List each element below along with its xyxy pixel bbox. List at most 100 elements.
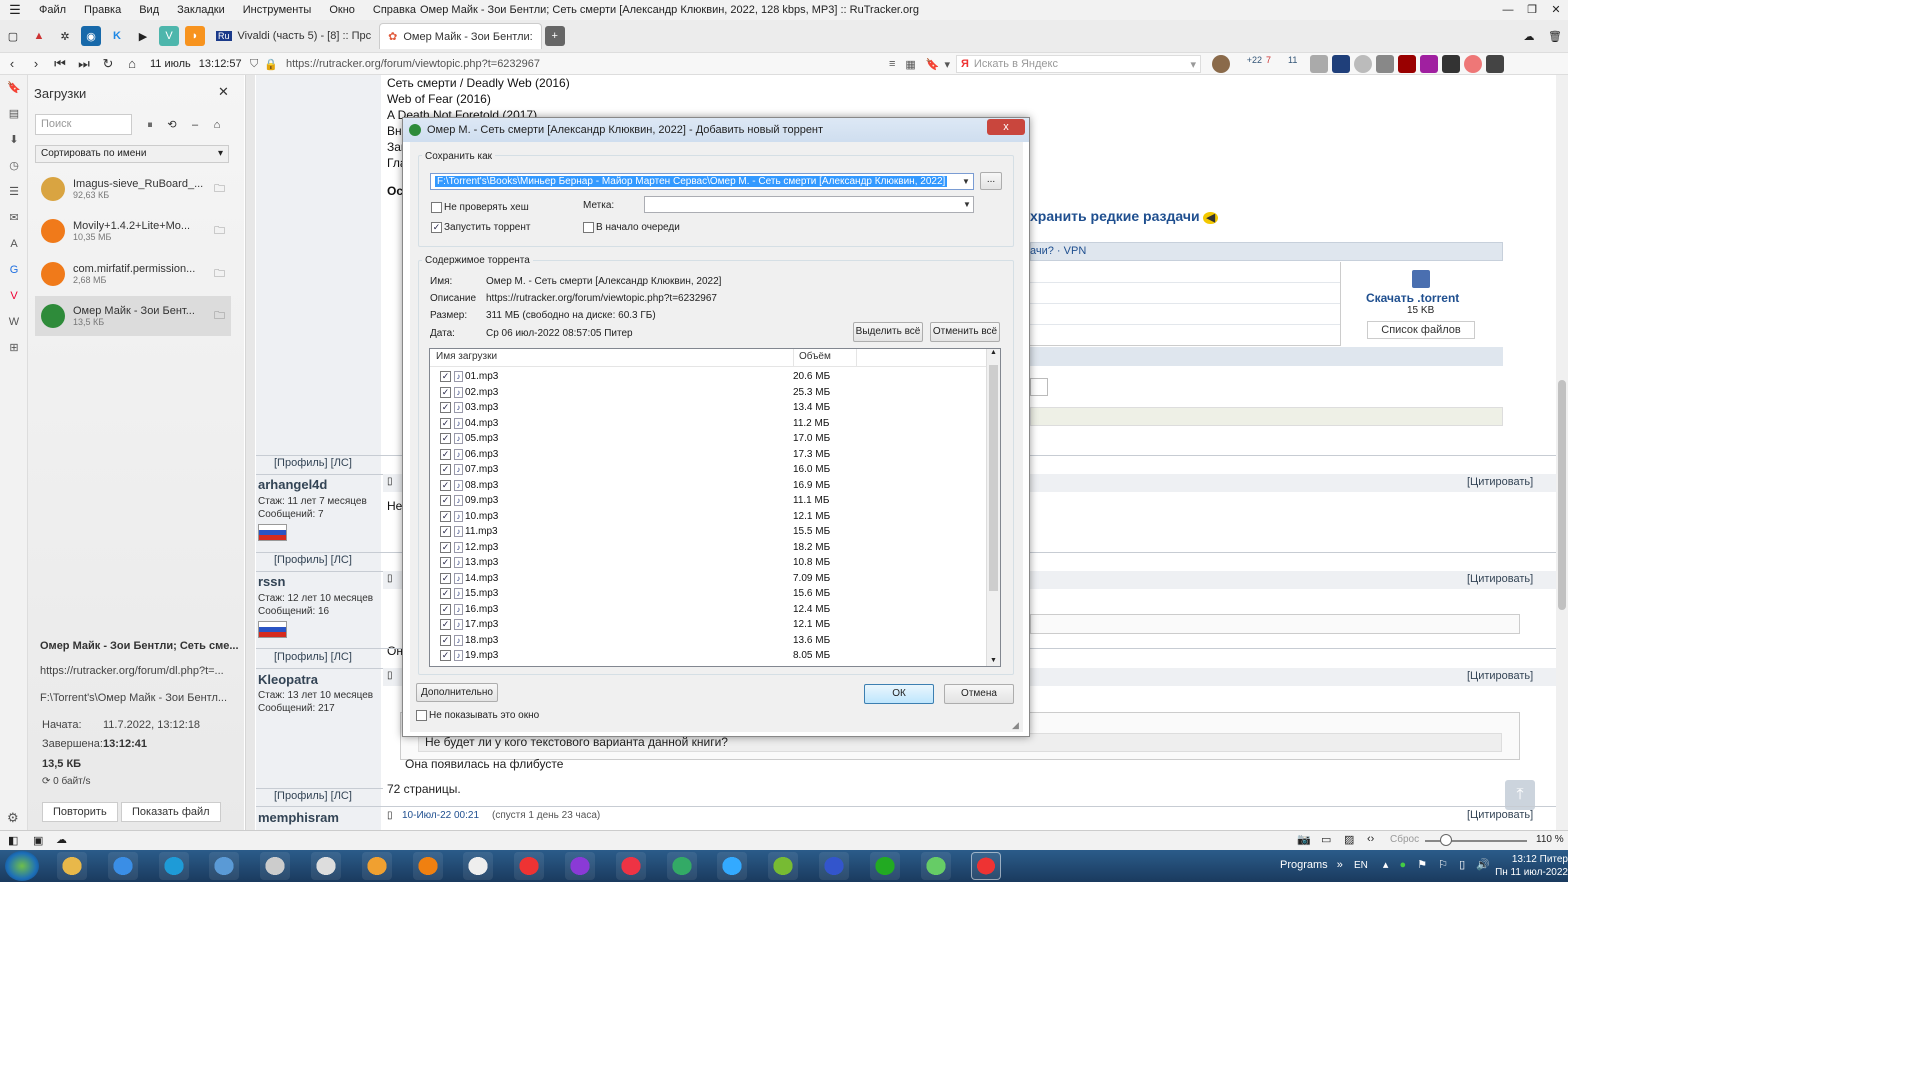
- add-panel-icon[interactable]: ⊞: [0, 335, 28, 361]
- file-checkbox[interactable]: ✓: [440, 557, 451, 569]
- file-row[interactable]: ✓ ♪ 06.mp3 17.3 МБ: [440, 447, 980, 463]
- file-row[interactable]: ✓ ♪ 16.mp3 12.4 МБ: [440, 602, 980, 618]
- chart-icon[interactable]: [615, 852, 646, 880]
- extensions-icon[interactable]: [1486, 55, 1504, 73]
- tab-rutracker[interactable]: ✿ Омер Майк - Зои Бентли:: [379, 23, 542, 49]
- file-row[interactable]: ✓ ♪ 07.mp3 16.0 МБ: [440, 462, 980, 478]
- notes-icon[interactable]: ☰: [0, 179, 28, 205]
- file-row[interactable]: ✓ ♪ 10.mp3 12.1 МБ: [440, 509, 980, 525]
- new-tab-icon[interactable]: +: [544, 26, 565, 46]
- edge-icon[interactable]: [158, 852, 189, 880]
- profile-link[interactable]: [Профиль] [ЛС]: [274, 790, 352, 802]
- post-date[interactable]: 10-Июл-22 00:21: [402, 810, 479, 821]
- globe-icon[interactable]: [666, 852, 697, 880]
- resize-grip-icon[interactable]: ◢: [1012, 720, 1019, 731]
- capture-icon[interactable]: 📷: [1297, 833, 1311, 846]
- advanced-button[interactable]: Дополнительно: [416, 683, 498, 702]
- col-name-header[interactable]: Имя загрузки: [436, 351, 497, 362]
- file-row[interactable]: ✓ ♪ 01.mp3 20.6 МБ: [440, 369, 980, 385]
- file-checkbox[interactable]: ✓: [440, 634, 451, 646]
- clean-icon[interactable]: ⌂: [207, 115, 227, 135]
- no-hash-checkbox[interactable]: [431, 202, 442, 213]
- play-icon[interactable]: ▶: [133, 26, 153, 46]
- input-box[interactable]: [1030, 378, 1048, 396]
- battery-icon[interactable]: ▯: [1459, 859, 1465, 871]
- ext-badge-11[interactable]: 11: [1288, 55, 1306, 73]
- reader-icon[interactable]: ≡: [889, 58, 895, 70]
- menu-tools[interactable]: Инструменты: [234, 4, 321, 16]
- toolbox-icon[interactable]: [1376, 55, 1394, 73]
- puzzle-icon[interactable]: ✲: [55, 26, 75, 46]
- menu-view[interactable]: Вид: [130, 4, 168, 16]
- clock-icon[interactable]: [260, 852, 291, 880]
- minus-icon[interactable]: –: [185, 115, 205, 135]
- history-icon[interactable]: ◷: [0, 153, 28, 179]
- terminal-icon[interactable]: [869, 852, 900, 880]
- download-torrent-link[interactable]: Скачать .torrent: [1366, 291, 1459, 305]
- downloads-search-input[interactable]: Поиск: [35, 114, 132, 135]
- flag-icon[interactable]: ⚐: [1438, 859, 1448, 871]
- file-row[interactable]: ✓ ♪ 09.mp3 11.1 МБ: [440, 493, 980, 509]
- deselect-all-button[interactable]: Отменить всё: [930, 322, 1000, 342]
- show-file-button[interactable]: Показать файл: [121, 802, 221, 822]
- network-icon[interactable]: ⚑: [1417, 859, 1427, 871]
- ok-button[interactable]: ОК: [864, 684, 934, 704]
- rss-icon[interactable]: ◗: [185, 26, 205, 46]
- cloud-sync-icon[interactable]: ☁: [56, 833, 67, 846]
- label-select[interactable]: [644, 196, 974, 213]
- download-item[interactable]: Movily+1.4.2+Lite+Mo... 10,35 МБ 🗀: [35, 211, 231, 251]
- download-item[interactable]: Imagus-sieve_RuBoard_... 92,63 КБ 🗀: [35, 169, 231, 209]
- v-icon[interactable]: V: [159, 26, 179, 46]
- window-icon[interactable]: [1442, 55, 1460, 73]
- file-row[interactable]: ✓ ♪ 14.mp3 7.09 МБ: [440, 571, 980, 587]
- chevron-down-icon[interactable]: ▾: [1190, 58, 1196, 71]
- tab-vivaldi[interactable]: Ru Vivaldi (часть 5) - [8] :: Прс: [208, 23, 379, 49]
- folder-icon[interactable]: 🗀: [214, 307, 225, 326]
- author-name[interactable]: Kleopatra: [258, 672, 318, 687]
- dont-show-checkbox[interactable]: [416, 710, 427, 721]
- vivaldi-icon[interactable]: [971, 852, 1002, 880]
- settings-icon[interactable]: ⚙: [7, 810, 19, 826]
- scroll-up-icon[interactable]: ▲: [987, 349, 1000, 356]
- search-field[interactable]: Я Искать в Яндекс ▾: [956, 55, 1201, 73]
- file-row[interactable]: ✓ ♪ 17.mp3 12.1 МБ: [440, 617, 980, 633]
- author-name[interactable]: rssn: [258, 574, 285, 589]
- download-icon[interactable]: ⬇: [0, 127, 28, 153]
- forward-icon[interactable]: ›: [24, 56, 48, 71]
- file-row[interactable]: ✓ ♪ 05.mp3 17.0 МБ: [440, 431, 980, 447]
- download-item[interactable]: Омер Майк - Зои Бент... 13,5 КБ 🗀: [35, 296, 231, 336]
- file-row[interactable]: ✓ ♪ 08.mp3 16.9 МБ: [440, 478, 980, 494]
- translate-icon[interactable]: A: [0, 231, 28, 257]
- menu-edit[interactable]: Правка: [75, 4, 130, 16]
- file-checkbox[interactable]: ✓: [440, 619, 451, 631]
- scroll-down-icon[interactable]: ▼: [987, 657, 1000, 664]
- page-icon[interactable]: ▢: [3, 26, 23, 46]
- player-icon[interactable]: [463, 852, 494, 880]
- pause-icon[interactable]: ⏸: [140, 115, 160, 135]
- author-name[interactable]: arhangel4d: [258, 477, 327, 492]
- chevron-down-icon[interactable]: ▼: [963, 200, 971, 209]
- control-panel-icon[interactable]: [209, 852, 240, 880]
- file-checkbox[interactable]: ✓: [440, 371, 451, 383]
- close-icon[interactable]: ✕: [1544, 0, 1568, 20]
- taskbar-clock[interactable]: 13:12 Питер Пн 11 июл-2022: [1478, 853, 1568, 879]
- menu-icon[interactable]: ☰: [0, 2, 30, 18]
- zoom-slider-thumb[interactable]: [1440, 834, 1452, 846]
- file-checkbox[interactable]: ✓: [440, 541, 451, 553]
- file-checkbox[interactable]: ✓: [440, 402, 451, 414]
- home-icon[interactable]: ⌂: [120, 56, 144, 71]
- qr-icon[interactable]: ▦: [905, 58, 915, 71]
- x-icon[interactable]: [1420, 55, 1438, 73]
- close-icon[interactable]: ✕: [218, 84, 229, 100]
- utorrent-tray-icon[interactable]: ●: [1400, 859, 1407, 871]
- start-button[interactable]: [5, 851, 39, 881]
- menu-window[interactable]: Окно: [320, 4, 364, 16]
- android-icon[interactable]: [768, 852, 799, 880]
- profile-link[interactable]: [Профиль] [ЛС]: [274, 651, 352, 663]
- download-item[interactable]: com.mirfatif.permission... 2,68 МБ 🗀: [35, 254, 231, 294]
- image-icon[interactable]: ▨: [1344, 833, 1354, 846]
- file-row[interactable]: ✓ ♪ 13.mp3 10.8 МБ: [440, 555, 980, 571]
- media-icon[interactable]: [361, 852, 392, 880]
- back-icon[interactable]: ‹: [0, 56, 24, 71]
- file-checkbox[interactable]: ✓: [440, 650, 451, 662]
